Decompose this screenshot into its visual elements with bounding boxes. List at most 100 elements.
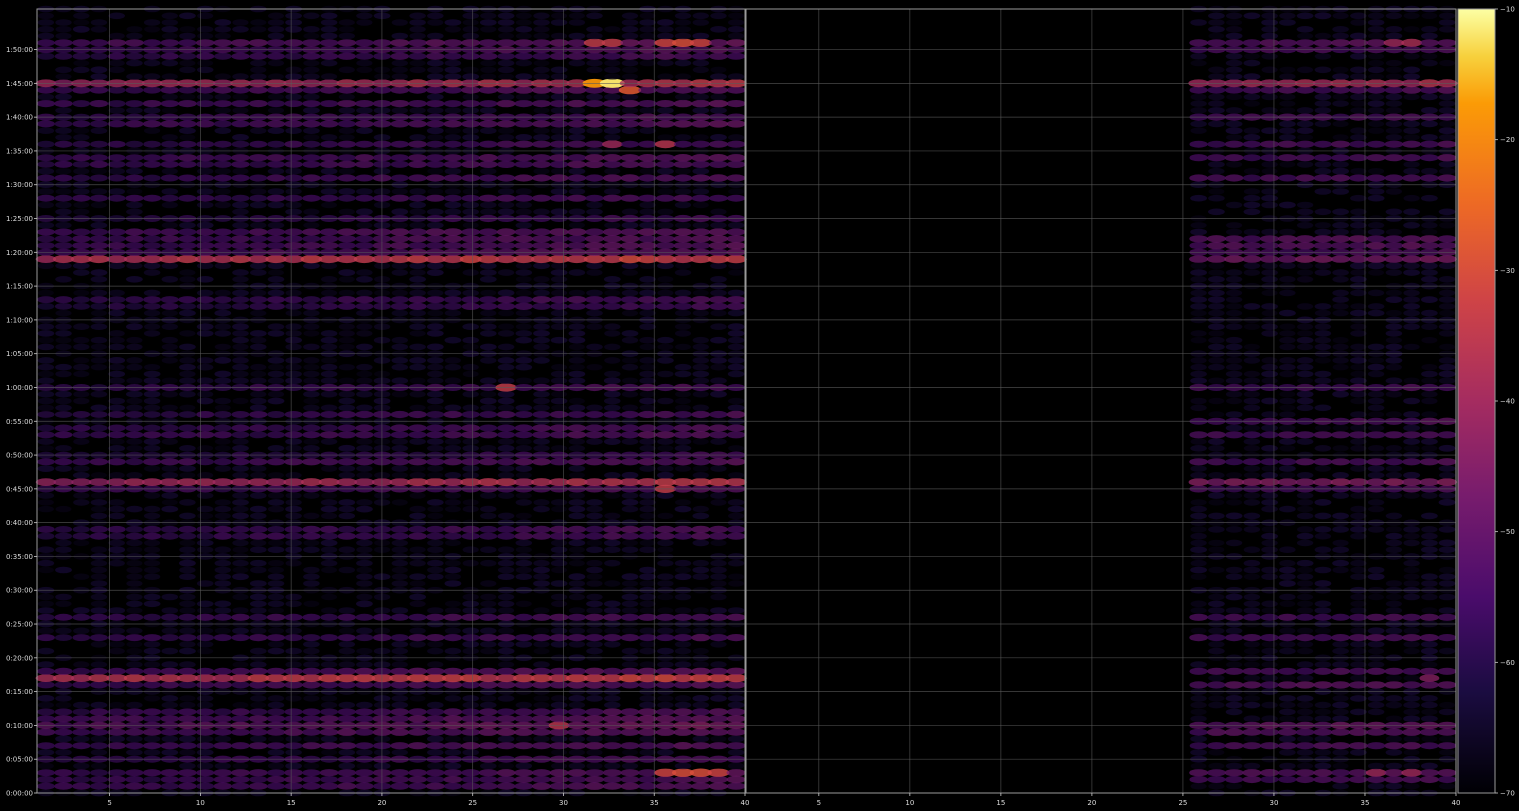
heatmap-cell bbox=[197, 735, 214, 743]
heatmap-cell bbox=[656, 708, 675, 716]
heatmap-cell bbox=[691, 715, 711, 723]
heatmap-cell bbox=[72, 228, 91, 236]
heatmap-cell bbox=[197, 26, 214, 33]
heatmap-cell bbox=[515, 188, 532, 195]
heatmap-cell bbox=[285, 188, 302, 195]
heatmap-cell bbox=[37, 377, 55, 385]
heatmap-cell bbox=[1279, 228, 1296, 236]
heatmap-cell bbox=[1367, 424, 1385, 432]
heatmap-cell bbox=[1190, 735, 1207, 743]
heatmap-cell bbox=[143, 86, 162, 94]
heatmap-cell bbox=[1243, 715, 1261, 722]
heatmap-cell bbox=[621, 26, 639, 33]
heatmap-cell bbox=[196, 613, 215, 621]
heatmap-cell bbox=[232, 336, 249, 344]
heatmap-cell bbox=[549, 634, 569, 642]
heatmap-cell bbox=[462, 73, 480, 80]
heatmap-cell bbox=[725, 255, 747, 264]
heatmap-cell bbox=[37, 32, 55, 40]
heatmap-cell bbox=[1332, 539, 1349, 547]
heatmap-cell bbox=[161, 377, 178, 384]
heatmap-cell bbox=[338, 93, 355, 101]
heatmap-cell bbox=[55, 276, 72, 283]
heatmap-cell bbox=[90, 222, 108, 229]
spectrogram-figure: 0:00:000:05:000:10:000:15:000:20:000:25:… bbox=[0, 0, 1519, 811]
heatmap-cell bbox=[55, 593, 72, 601]
heatmap-cell bbox=[657, 357, 674, 364]
heatmap-cell bbox=[586, 735, 603, 743]
heatmap-cell bbox=[604, 134, 621, 141]
heatmap-cell bbox=[639, 289, 656, 297]
heatmap-cell bbox=[657, 343, 674, 351]
heatmap-cell bbox=[72, 613, 91, 621]
heatmap-cell bbox=[303, 222, 320, 229]
heatmap-cell bbox=[73, 539, 90, 547]
heatmap-cell bbox=[1403, 161, 1420, 168]
heatmap-cell bbox=[73, 127, 90, 134]
heatmap-cell bbox=[320, 613, 338, 621]
heatmap-cell bbox=[53, 674, 74, 683]
heatmap-cell bbox=[478, 728, 498, 736]
heatmap-cell bbox=[160, 228, 179, 236]
heatmap-cell bbox=[1385, 782, 1403, 790]
heatmap-cell bbox=[284, 154, 303, 162]
heatmap-cell bbox=[710, 222, 727, 229]
heatmap-cell bbox=[320, 411, 338, 418]
heatmap-cell bbox=[250, 309, 267, 317]
heatmap-cell bbox=[621, 336, 639, 344]
heatmap-cell bbox=[1350, 492, 1367, 499]
heatmap-cell bbox=[1190, 296, 1207, 303]
heatmap-cell bbox=[249, 742, 268, 750]
heatmap-cell bbox=[1243, 701, 1261, 709]
heatmap-cell bbox=[621, 499, 639, 506]
heatmap-cell bbox=[1385, 357, 1403, 364]
heatmap-cell bbox=[1332, 445, 1349, 452]
heatmap-cell bbox=[55, 337, 72, 344]
heatmap-cell bbox=[231, 194, 250, 202]
heatmap-cell bbox=[125, 52, 144, 60]
heatmap-cell bbox=[1367, 782, 1385, 790]
heatmap-cell bbox=[1403, 471, 1421, 479]
heatmap-cell bbox=[408, 242, 427, 250]
heatmap-cell bbox=[586, 323, 603, 331]
heatmap-cell bbox=[727, 695, 745, 702]
heatmap-cell bbox=[249, 600, 267, 608]
heatmap-cell bbox=[1314, 323, 1332, 331]
heatmap-cell bbox=[90, 776, 108, 783]
heatmap-cell bbox=[604, 167, 621, 175]
heatmap-cell bbox=[266, 715, 286, 723]
heatmap-cell bbox=[409, 492, 426, 499]
heatmap-cell bbox=[1421, 262, 1438, 270]
heatmap-cell bbox=[126, 336, 143, 344]
heatmap-cell bbox=[214, 377, 232, 385]
heatmap-cell bbox=[1297, 323, 1314, 331]
heatmap-cell bbox=[1366, 431, 1386, 439]
heatmap-cell bbox=[1242, 235, 1261, 243]
heatmap-cell bbox=[533, 607, 550, 614]
heatmap-cell bbox=[1366, 681, 1386, 689]
heatmap-cell bbox=[90, 742, 108, 750]
heatmap-cell bbox=[586, 26, 603, 33]
heatmap-cell bbox=[143, 377, 161, 385]
heatmap-cell bbox=[444, 336, 462, 344]
heatmap-cell bbox=[126, 404, 143, 412]
heatmap-cell bbox=[143, 708, 162, 716]
heatmap-cell bbox=[143, 458, 162, 466]
heatmap-cell bbox=[427, 573, 444, 580]
heatmap-cell bbox=[1261, 323, 1278, 331]
heatmap-cell bbox=[1226, 499, 1243, 506]
heatmap-cell bbox=[303, 12, 320, 20]
heatmap-cell bbox=[125, 303, 143, 310]
heatmap-cell bbox=[37, 161, 55, 168]
heatmap-cell bbox=[674, 607, 692, 614]
heatmap-cell bbox=[479, 86, 498, 94]
heatmap-cell bbox=[604, 641, 621, 648]
heatmap-cell bbox=[1190, 505, 1207, 513]
heatmap-cell bbox=[160, 742, 179, 750]
heatmap-cell bbox=[728, 134, 745, 141]
heatmap-cell bbox=[1296, 208, 1314, 216]
heatmap-cell bbox=[585, 235, 604, 243]
heatmap-cell bbox=[604, 222, 621, 229]
heatmap-cell bbox=[302, 302, 321, 310]
heatmap-cell bbox=[426, 390, 444, 398]
